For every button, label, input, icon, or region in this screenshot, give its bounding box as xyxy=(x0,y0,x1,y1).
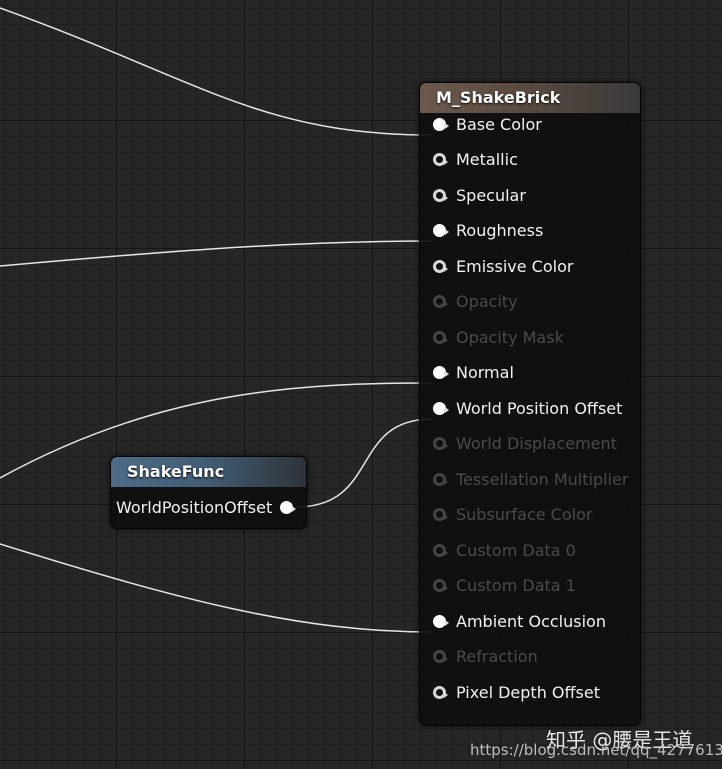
pin-icon[interactable] xyxy=(433,188,448,202)
wire-world-position-offset[interactable] xyxy=(295,418,433,508)
input-pin-pixel-depth-offset[interactable]: Pixel Depth Offset xyxy=(433,680,600,704)
input-pin-emissive-color[interactable]: Emissive Color xyxy=(433,254,573,278)
input-pin-world-position-offset[interactable]: World Position Offset xyxy=(433,396,622,420)
pin-label: Pixel Depth Offset xyxy=(456,682,600,702)
pin-icon[interactable] xyxy=(433,579,448,592)
pin-label: Normal xyxy=(456,363,514,382)
pin-icon[interactable] xyxy=(433,224,449,237)
input-pin-world-displacement[interactable]: World Displacement xyxy=(433,432,617,456)
input-pin-base-color[interactable]: Base Color xyxy=(433,112,542,136)
pin-icon[interactable] xyxy=(433,153,448,166)
input-pin-tessellation-multiplier[interactable]: Tessellation Multiplier xyxy=(433,467,628,491)
pin-label: Metallic xyxy=(456,150,518,169)
pin-label: Subsurface Color xyxy=(456,505,593,524)
pin-icon[interactable] xyxy=(433,685,448,699)
pin-icon[interactable] xyxy=(433,401,449,415)
pin-icon[interactable] xyxy=(433,650,448,663)
input-pin-opacity[interactable]: Opacity xyxy=(433,290,518,314)
input-pin-normal[interactable]: Normal xyxy=(433,361,514,385)
pin-label: Specular xyxy=(456,185,526,205)
watermark-url: https://blog.csdn.net/qq_42776135 xyxy=(470,741,722,759)
pin-icon[interactable] xyxy=(433,366,449,379)
material-result-node[interactable]: M_ShakeBrick Base Color Metallic Specular R… xyxy=(419,82,641,726)
pin-icon[interactable] xyxy=(433,614,449,628)
pin-label: Opacity Mask xyxy=(456,327,564,347)
input-pin-ambient-occlusion[interactable]: Ambient Occlusion xyxy=(433,609,606,633)
pin-label: World Position Offset xyxy=(456,398,623,418)
pin-icon[interactable] xyxy=(433,330,448,344)
pin-icon[interactable] xyxy=(433,472,448,486)
wire-roughness[interactable] xyxy=(0,240,433,267)
pin-icon[interactable] xyxy=(433,437,448,450)
pin-icon[interactable] xyxy=(433,295,448,308)
material-node-title[interactable]: M_ShakeBrick xyxy=(420,83,640,113)
input-pin-refraction[interactable]: Refraction xyxy=(433,645,538,669)
pin-label: World Displacement xyxy=(456,434,617,453)
output-pin-label: WorldPositionOffset xyxy=(116,497,273,517)
input-pin-roughness[interactable]: Roughness xyxy=(433,219,543,243)
pin-icon[interactable] xyxy=(433,259,448,273)
pin-label: Opacity xyxy=(456,292,518,311)
func-node-title[interactable]: ShakeFunc xyxy=(111,457,306,487)
input-pin-subsurface-color[interactable]: Subsurface Color xyxy=(433,503,592,527)
output-pin-world-position-offset[interactable]: WorldPositionOffset xyxy=(116,495,297,519)
input-pin-custom-data-1[interactable]: Custom Data 1 xyxy=(433,574,576,598)
shake-func-node[interactable]: ShakeFunc WorldPositionOffset xyxy=(110,456,307,529)
output-pin-icon[interactable] xyxy=(280,500,297,514)
pin-label: Custom Data 1 xyxy=(456,576,576,595)
pin-label: Ambient Occlusion xyxy=(456,611,606,631)
input-pin-opacity-mask[interactable]: Opacity Mask xyxy=(433,325,564,349)
input-pin-metallic[interactable]: Metallic xyxy=(433,148,518,172)
pin-label: Refraction xyxy=(456,647,538,666)
input-pin-custom-data-0[interactable]: Custom Data 0 xyxy=(433,538,576,562)
pin-label: Tessellation Multiplier xyxy=(456,469,629,489)
pin-label: Roughness xyxy=(456,221,544,240)
pin-label: Custom Data 0 xyxy=(456,540,576,560)
wire-base-color[interactable] xyxy=(0,7,433,136)
input-pin-specular[interactable]: Specular xyxy=(433,183,526,207)
pin-icon[interactable] xyxy=(433,543,448,557)
wire-ambient-occlusion[interactable] xyxy=(0,543,433,633)
pin-label: Base Color xyxy=(456,114,542,134)
pin-icon[interactable] xyxy=(433,508,448,521)
pin-label: Emissive Color xyxy=(456,256,574,276)
pin-icon[interactable] xyxy=(433,117,449,131)
